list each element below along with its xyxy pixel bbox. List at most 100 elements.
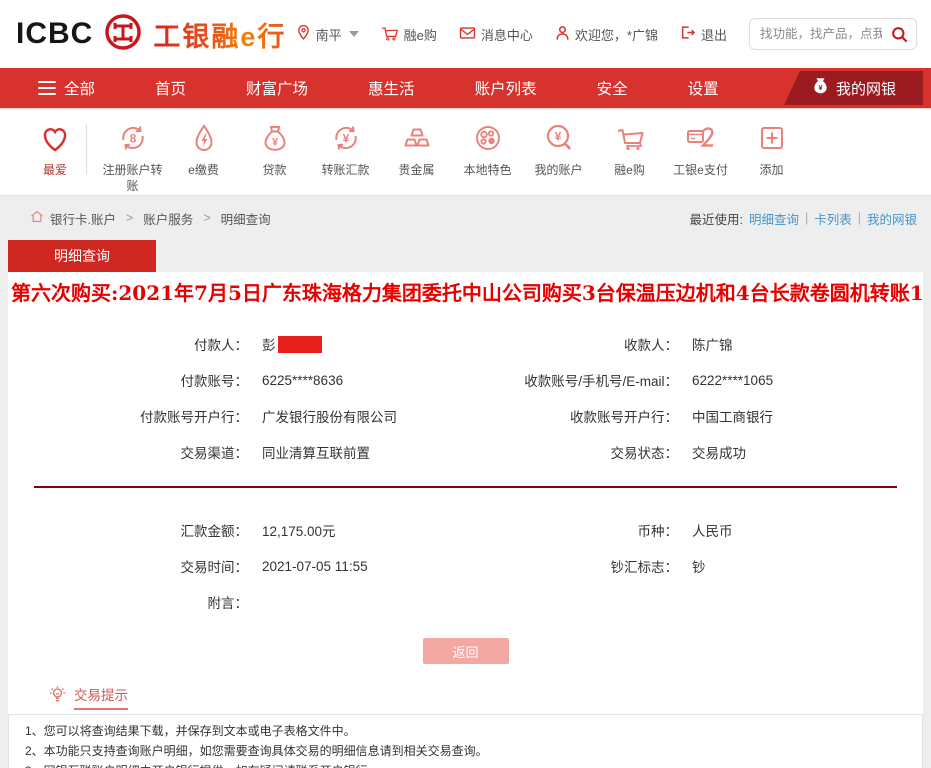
nav-item-wealth-plaza[interactable]: 财富广场 [246, 77, 308, 99]
envelope-icon [459, 26, 476, 43]
time-label: 交易时间： [8, 556, 248, 576]
cash-remit-value: 钞 [692, 556, 706, 576]
menu-icon [38, 81, 56, 96]
detail-row: 付款账号： 6225****8636 收款账号/手机号/E-mail： 6222… [8, 362, 923, 398]
cart-label: 融e购 [404, 25, 437, 44]
my-ebank-label: 我的网银 [836, 78, 896, 99]
svg-text:8: 8 [129, 132, 136, 146]
quickbar-item-label: 添加 [736, 163, 807, 179]
quickbar-item-icbc-epay[interactable]: 工银e支付 [665, 120, 736, 179]
home-icon[interactable] [30, 210, 44, 226]
amount-label: 汇款金额： [8, 520, 248, 540]
money-bag-yen-icon: ¥ [239, 120, 310, 158]
nav-label: 财富广场 [246, 77, 308, 99]
nav-item-security[interactable]: 安全 [597, 77, 628, 99]
payer-account-value: 6225****8636 [262, 373, 343, 388]
nav-label: 设置 [688, 77, 719, 99]
memo-label: 附言： [8, 592, 248, 612]
payer-account-label: 付款账号： [8, 370, 248, 390]
detail-row: 付款人： 彭 收款人： 陈广锦 [8, 326, 923, 362]
detail-panel: 第六次购买:2021年7月5日广东珠海格力集团委托中山公司购买3台保温压边机和4… [8, 272, 923, 752]
quickbar-item-local-features[interactable]: 本地特色 [452, 120, 523, 179]
nav-label: 惠生活 [368, 77, 415, 99]
quickbar-item-label: 贵金属 [381, 163, 452, 179]
quickbar-item-loans[interactable]: ¥ 贷款 [239, 120, 310, 179]
message-center-label: 消息中心 [481, 25, 533, 44]
nav-item-account-list[interactable]: 账户列表 [475, 77, 537, 99]
icbc-logo-icon [103, 12, 143, 57]
quickbar-item-label: 本地特色 [452, 163, 523, 179]
plate-dots-icon [452, 120, 523, 158]
payer-bank-value: 广发银行股份有限公司 [262, 406, 397, 426]
location-label: 南平 [316, 25, 342, 44]
quickbar-item-rong-e-gou[interactable]: 融e购 [594, 120, 665, 179]
nav-label: 全部 [64, 77, 95, 99]
detail-fields-top: 付款人： 彭 收款人： 陈广锦 付款账号： 6225****8636 收款账号/… [8, 326, 923, 470]
add-plus-icon [736, 120, 807, 158]
recent-link-detail-query[interactable]: 明细查询 [749, 209, 799, 228]
payee-bank-value: 中国工商银行 [692, 406, 773, 426]
quickbar-item-label: 注册账户转账 [97, 163, 168, 194]
nav-item-hui-life[interactable]: 惠生活 [368, 77, 415, 99]
quickbar-item-label: 工银e支付 [665, 163, 736, 179]
breadcrumb-account-services[interactable]: 账户服务 [143, 209, 193, 228]
time-value: 2021-07-05 11:55 [262, 559, 368, 574]
payer-label: 付款人： [8, 334, 248, 354]
breadcrumb-detail-query[interactable]: 明细查询 [221, 209, 271, 228]
register-transfer-icon: 8 [97, 120, 168, 158]
currency-label: 币种： [463, 520, 678, 540]
tip-line-1: 1、您可以将查询结果下载，并保存到文本或电子表格文件中。 [25, 722, 906, 742]
quickbar-item-label: 转账汇款 [310, 163, 381, 179]
cart-icon [381, 25, 399, 44]
divider [86, 124, 87, 174]
transfer-yen-icon: ¥ [310, 120, 381, 158]
logout-button[interactable]: 退出 [680, 25, 727, 44]
search-icon[interactable] [890, 25, 909, 47]
breadcrumb-bank-card-account[interactable]: 银行卡.账户 [50, 209, 116, 228]
channel-value: 同业清算互联前置 [262, 442, 370, 462]
location-selector[interactable]: 南平 [296, 24, 359, 44]
logout-label: 退出 [701, 25, 727, 44]
quickbar-item-epayment-fees[interactable]: e缴费 [168, 120, 239, 179]
quickbar-item-favorites[interactable]: 最爱 [26, 120, 84, 179]
nav-item-all[interactable]: 全部 [38, 77, 95, 99]
icbc-ebank-page: ICBC 工银融e行 南平 融e购 [0, 0, 931, 768]
detail-fields-bottom: 汇款金额： 12,175.00元 币种： 人民币 交易时间： 2021-07-0… [8, 512, 923, 620]
tips-header: 交易提示 [48, 684, 923, 710]
nav-label: 账户列表 [475, 77, 537, 99]
nav-item-settings[interactable]: 设置 [688, 77, 719, 99]
breadcrumb-separator: > [203, 211, 210, 225]
payee-bank-label: 收款账号开户行： [463, 406, 678, 426]
amount-value: 12,175.00元 [262, 520, 336, 540]
gold-bars-icon [381, 120, 452, 158]
recent-link-card-list[interactable]: 卡列表 [814, 209, 852, 228]
tab-detail-query[interactable]: 明细查询 [8, 240, 156, 272]
tip-line-3: 3、网银互联账户明细由开户银行提供，如有疑问请联系开户银行。 [25, 762, 906, 768]
channel-label: 交易渠道： [8, 442, 248, 462]
my-ebank-button[interactable]: ¥ 我的网银 [784, 71, 923, 105]
quickbar-item-precious-metals[interactable]: 贵金属 [381, 120, 452, 179]
detail-row: 汇款金额： 12,175.00元 币种： 人民币 [8, 512, 923, 548]
rong-e-gou-link[interactable]: 融e购 [381, 25, 437, 44]
quickbar-item-my-account[interactable]: ¥ 我的账户 [523, 120, 594, 179]
nav-item-home[interactable]: 首页 [155, 77, 186, 99]
message-center-link[interactable]: 消息中心 [459, 25, 533, 44]
user-icon [555, 25, 570, 44]
quickbar-item-add[interactable]: 添加 [736, 120, 807, 179]
detail-row: 附言： [8, 584, 923, 620]
quickbar-item-register-transfer[interactable]: 8 注册账户转账 [97, 120, 168, 194]
back-button[interactable]: 返回 [423, 638, 509, 664]
svg-text:¥: ¥ [342, 132, 349, 146]
nav-label: 安全 [597, 77, 628, 99]
tips-box: 1、您可以将查询结果下载，并保存到文本或电子表格文件中。 2、本功能只支持查询账… [8, 714, 923, 768]
breadcrumb-separator: > [126, 211, 133, 225]
shopping-cart-icon [594, 120, 665, 158]
recent-link-my-ebank[interactable]: 我的网银 [867, 209, 917, 228]
quickbar-item-label: 最爱 [26, 163, 84, 179]
top-header: ICBC 工银融e行 南平 融e购 [0, 0, 931, 68]
quickbar-item-transfer-remit[interactable]: ¥ 转账汇款 [310, 120, 381, 179]
welcome-user[interactable]: 欢迎您，*广锦 [555, 25, 658, 44]
payer-bank-label: 付款账号开户行： [8, 406, 248, 426]
payee-account-label: 收款账号/手机号/E-mail： [463, 370, 678, 390]
logo[interactable]: ICBC 工银融e行 [16, 12, 286, 57]
